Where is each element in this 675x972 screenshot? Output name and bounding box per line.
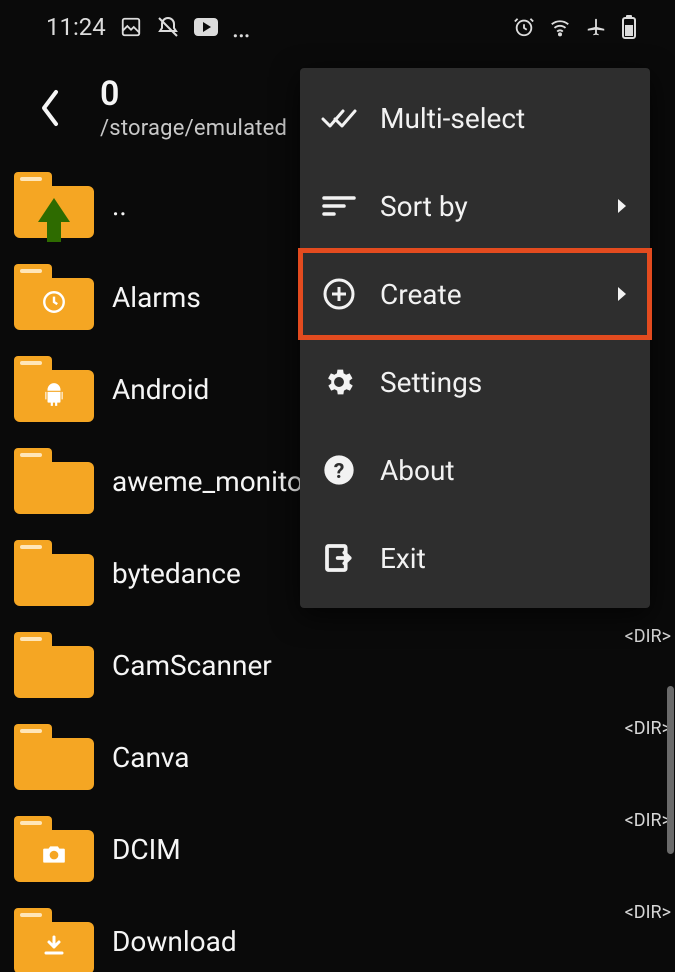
menu-settings[interactable]: Settings [300, 338, 650, 426]
gear-icon [320, 363, 358, 401]
file-name: Alarms [112, 281, 201, 314]
help-icon: ? [320, 451, 358, 489]
clock-icon [40, 288, 68, 316]
scrollbar-thumb[interactable] [667, 686, 674, 854]
plus-circle-icon [320, 275, 358, 313]
camera-icon [40, 840, 68, 868]
status-more: … [232, 11, 253, 44]
menu-label: About [380, 454, 455, 487]
folder-icon [14, 816, 94, 882]
multiselect-icon [320, 99, 358, 137]
svg-text:?: ? [334, 459, 345, 484]
exit-icon [320, 539, 358, 577]
alarm-icon [513, 16, 535, 38]
menu-about[interactable]: ? About [300, 426, 650, 514]
menu-label: Create [380, 278, 462, 311]
breadcrumb-path: /storage/emulated [100, 116, 287, 141]
folder-icon [14, 448, 94, 514]
chevron-right-icon [616, 285, 628, 303]
list-item[interactable]: Download [0, 895, 675, 972]
file-name: DCIM [112, 833, 181, 866]
menu-label: Exit [380, 542, 426, 575]
menu-exit[interactable]: Exit [300, 514, 650, 602]
file-name: .. [112, 189, 127, 222]
folder-icon [14, 908, 94, 972]
folder-icon [14, 356, 94, 422]
page-title: 0 [100, 74, 287, 114]
youtube-icon [194, 18, 218, 36]
file-name: aweme_monito [112, 465, 303, 498]
menu-create[interactable]: Create [300, 250, 650, 338]
menu-multiselect[interactable]: Multi-select [300, 74, 650, 162]
menu-label: Multi-select [380, 102, 525, 135]
folder-icon [14, 724, 94, 790]
up-arrow-icon [40, 196, 68, 224]
mute-icon [156, 15, 180, 39]
file-name: Canva [112, 741, 190, 774]
menu-label: Sort by [380, 190, 468, 223]
status-time: 11:24 [46, 13, 106, 41]
folder-icon [14, 540, 94, 606]
file-name: Download [112, 925, 237, 958]
file-name: Android [112, 373, 209, 406]
file-name: CamScanner [112, 649, 272, 682]
sort-icon [320, 187, 358, 225]
file-name: bytedance [112, 557, 241, 590]
list-item[interactable]: DCIM <DIR> [0, 803, 675, 895]
menu-label: Settings [380, 366, 482, 399]
status-bar: 11:24 … [0, 0, 675, 54]
wifi-icon [549, 16, 571, 38]
back-button[interactable] [28, 86, 72, 130]
folder-icon [14, 632, 94, 698]
download-icon [40, 932, 68, 960]
airplane-icon [585, 16, 607, 38]
list-item[interactable]: CamScanner <DIR> [0, 619, 675, 711]
android-icon [40, 380, 68, 408]
list-item[interactable]: Canva <DIR> [0, 711, 675, 803]
folder-icon [14, 172, 94, 238]
picture-icon [120, 16, 142, 38]
chevron-right-icon [616, 197, 628, 215]
folder-icon [14, 264, 94, 330]
overflow-menu: Multi-select Sort by Create Settings ? A… [300, 68, 650, 608]
battery-icon [621, 15, 637, 39]
menu-sortby[interactable]: Sort by [300, 162, 650, 250]
